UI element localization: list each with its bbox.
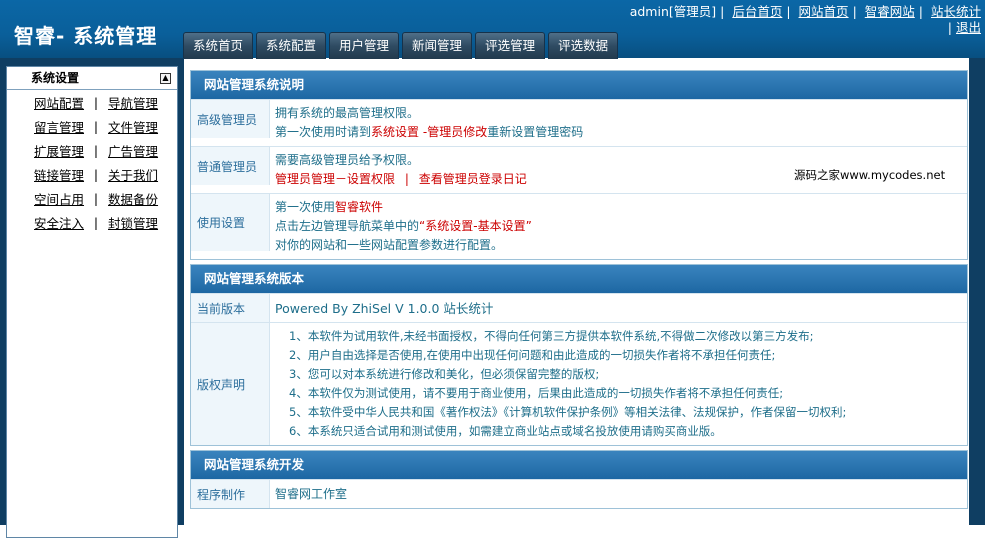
copyright-item: 2、用户自由选择是否使用,在使用中出现任何问题和由此造成的一切损失作者将不承担任… [289, 348, 776, 362]
row-developer: 程序制作 智睿网工作室 [191, 479, 967, 508]
sidebar-item-extension-management[interactable]: 扩展管理 [34, 144, 84, 159]
usage-settings-text: 对你的网站和一些网站配置参数进行配置。 [275, 238, 504, 252]
sidebar: 系统设置 ▲ 网站配置 | 导航管理 留言管理 | 文件管理 扩展管理 | 广告… [6, 66, 178, 538]
sidebar-item-site-config[interactable]: 网站配置 [34, 96, 84, 111]
sidebar-item-about-us[interactable]: 关于我们 [108, 168, 158, 183]
sidebar-title: 系统设置 [31, 71, 80, 85]
row-current-version: 当前版本 Powered By ZhiSel V 1.0.0 站长统计 [191, 293, 967, 322]
row-usage-settings: 使用设置 第一次使用智睿软件 点击左边管理导航菜单中的“系统设置-基本设置” 对… [191, 193, 967, 259]
main-content: 网站管理系统说明 高级管理员 拥有系统的最高管理权限。 第一次使用时请到系统设置… [190, 70, 968, 513]
logout-link[interactable]: 退出 [956, 20, 981, 35]
tab-user-management[interactable]: 用户管理 [329, 32, 400, 59]
row-senior-admin: 高级管理员 拥有系统的最高管理权限。 第一次使用时请到系统设置 -管理员修改重新… [191, 99, 967, 146]
link-site-stats[interactable]: 站长统计 [931, 4, 981, 19]
sidebar-item-link-management[interactable]: 链接管理 [34, 168, 84, 183]
link-site-home[interactable]: 网站首页 [799, 4, 849, 19]
header: 智睿- 系统管理 admin[管理员] | 后台首页 | 网站首页 | 智睿网站 | 站… [0, 0, 985, 59]
label-usage-settings: 使用设置 [191, 194, 270, 251]
panel-version: 网站管理系统版本 当前版本 Powered By ZhiSel V 1.0.0 … [190, 264, 968, 446]
sidebar-item-nav-management[interactable]: 导航管理 [108, 96, 158, 111]
sidebar-item-file-management[interactable]: 文件管理 [108, 120, 158, 135]
link-zhirui-site[interactable]: 智睿网站 [865, 4, 915, 19]
label-current-version: 当前版本 [191, 294, 270, 322]
user-links: admin[管理员] | 后台首页 | 网站首页 | 智睿网站 | 站长统计 | 退出 [629, 4, 981, 35]
sidebar-item-security-injection[interactable]: 安全注入 [34, 216, 84, 231]
label-senior-admin: 高级管理员 [191, 100, 270, 138]
sidebar-header: 系统设置 ▲ [7, 67, 177, 90]
label-normal-admin: 普通管理员 [191, 147, 270, 185]
label-copyright: 版权声明 [191, 323, 270, 445]
tab-system-home[interactable]: 系统首页 [183, 32, 254, 59]
sidebar-item-data-backup[interactable]: 数据备份 [108, 192, 158, 207]
panel-development: 网站管理系统开发 程序制作 智睿网工作室 [190, 450, 968, 509]
link-admin-home[interactable]: 后台首页 [732, 4, 782, 19]
current-user: admin[管理员] [629, 4, 717, 19]
main-tabs: 系统首页 系统配置 用户管理 新闻管理 评选管理 评选数据 [183, 32, 621, 59]
tab-news-management[interactable]: 新闻管理 [402, 32, 473, 59]
app-title: 智睿- 系统管理 [14, 24, 158, 48]
collapse-icon[interactable]: ▲ [160, 73, 171, 84]
sidebar-menu: 网站配置 | 导航管理 留言管理 | 文件管理 扩展管理 | 广告管理 链接管理… [34, 94, 159, 231]
tab-selection-management[interactable]: 评选管理 [475, 32, 546, 59]
watermark-text: 源码之家www.mycodes.net [794, 168, 946, 182]
label-developer: 程序制作 [191, 480, 270, 508]
link-admin-permissions[interactable]: 管理员管理－设置权限 [275, 172, 395, 186]
link-admin-modify[interactable]: 管理员修改 [427, 125, 487, 139]
panel-description: 网站管理系统说明 高级管理员 拥有系统的最高管理权限。 第一次使用时请到系统设置… [190, 70, 968, 260]
copyright-item: 3、您可以对本系统进行修改和美化，但必须保留完整的版权; [289, 367, 600, 381]
panel-development-title: 网站管理系统开发 [191, 451, 967, 479]
copyright-item: 5、本软件受中华人民共和国《著作权法》《计算机软件保护条例》等相关法律、法规保护… [289, 405, 847, 419]
copyright-item: 6、本系统只适合试用和测试使用，如需建立商业站点或域名投放使用请购买商业版。 [289, 424, 722, 438]
link-system-settings[interactable]: 系统设置 [371, 125, 419, 139]
senior-admin-text: 拥有系统的最高管理权限。 [275, 106, 420, 120]
developer-value: 智睿网工作室 [275, 486, 348, 501]
sidebar-item-ad-management[interactable]: 广告管理 [108, 144, 158, 159]
tab-selection-data[interactable]: 评选数据 [548, 32, 619, 59]
copyright-item: 1、本软件为试用软件,未经书面授权，不得向任何第三方提供本软件系统,不得做二次修… [289, 329, 814, 343]
sidebar-item-block-management[interactable]: 封锁管理 [108, 216, 158, 231]
link-admin-login-log[interactable]: 查看管理员登录日记 [419, 172, 527, 186]
panel-version-title: 网站管理系统版本 [191, 265, 967, 293]
tab-system-config[interactable]: 系统配置 [256, 32, 327, 59]
link-zhirui-software[interactable]: 智睿软件 [335, 200, 383, 214]
right-background [969, 58, 985, 525]
copyright-item: 4、本软件仅为测试使用，请不要用于商业使用，后果由此造成的一切损失作者将不承担任… [289, 386, 784, 400]
panel-description-title: 网站管理系统说明 [191, 71, 967, 99]
sidebar-item-space-usage[interactable]: 空间占用 [34, 192, 84, 207]
row-copyright: 版权声明 1、本软件为试用软件,未经书面授权，不得向任何第三方提供本软件系统,不… [191, 322, 967, 445]
current-version-value: Powered By ZhiSel V 1.0.0 站长统计 [275, 300, 494, 316]
sidebar-item-message-management[interactable]: 留言管理 [34, 120, 84, 135]
link-basic-settings[interactable]: “系统设置-基本设置” [419, 219, 532, 233]
